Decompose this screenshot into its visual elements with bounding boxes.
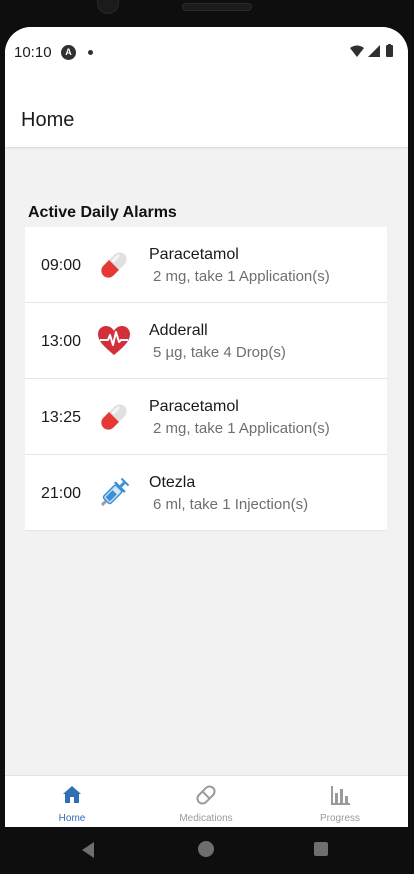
- pill-outline-icon: [196, 785, 216, 805]
- alarm-time: 21:00: [41, 485, 82, 502]
- section-title: Active Daily Alarms: [28, 204, 177, 221]
- medication-dosage: 2 mg, take 1 Application(s): [153, 268, 330, 285]
- status-bar: 10:10 A: [5, 27, 408, 77]
- top-bezel: [0, 0, 414, 30]
- medication-dosage: 6 ml, take 1 Injection(s): [153, 496, 309, 513]
- alarm-item[interactable]: 13:00 Adderall 5 µg, take 4 Drop(s): [25, 303, 387, 379]
- home-icon: [63, 786, 81, 803]
- battery-icon: [386, 44, 393, 57]
- bar-chart-icon: [331, 786, 350, 805]
- medication-dosage: 5 µg, take 4 Drop(s): [153, 344, 286, 361]
- alarm-time: 13:00: [41, 333, 82, 350]
- alarm-item[interactable]: 09:00 Paracetamol 2 mg, take 1 Applicati…: [25, 227, 387, 303]
- notification-dot-icon: [88, 50, 93, 55]
- system-navigation-bar: [0, 827, 414, 874]
- pill-capsule-icon: [101, 404, 127, 430]
- medication-name: Paracetamol: [149, 398, 239, 415]
- nav-tab-medications[interactable]: Medications: [139, 776, 273, 827]
- app-screen: 10:10 A Home Active Daily Alarms 09:00 P…: [5, 27, 408, 827]
- device-frame: 10:10 A Home Active Daily Alarms 09:00 P…: [0, 0, 414, 874]
- alarm-time: 13:25: [41, 409, 82, 426]
- page-title: Home: [21, 109, 75, 131]
- signal-icon: [368, 45, 380, 57]
- alarm-list: 09:00 Paracetamol 2 mg, take 1 Applicati…: [25, 227, 387, 531]
- launcher-notification-icon: A: [61, 45, 76, 60]
- medication-name: Otezla: [149, 474, 196, 491]
- alarm-item[interactable]: 21:00 Otezla 6 ml, take 1 Injection(s): [25, 455, 387, 531]
- nav-label-medications: Medications: [179, 813, 233, 824]
- front-camera: [97, 0, 119, 14]
- home-button-icon[interactable]: [198, 841, 214, 857]
- heart-pulse-icon: [98, 326, 130, 355]
- syringe-icon: [100, 477, 130, 507]
- app-bar: Home: [5, 77, 408, 147]
- bottom-navigation: Home Medications Progress: [5, 775, 408, 827]
- status-icons: [349, 44, 399, 58]
- medication-dosage: 2 mg, take 1 Application(s): [153, 420, 330, 437]
- nav-label-progress: Progress: [319, 813, 360, 824]
- medication-name: Paracetamol: [149, 246, 239, 263]
- nav-label-home: Home: [58, 813, 86, 824]
- medication-name: Adderall: [149, 322, 208, 339]
- nav-tab-home[interactable]: Home: [5, 776, 139, 827]
- pill-capsule-icon: [101, 252, 127, 278]
- nav-tab-progress[interactable]: Progress: [273, 776, 407, 827]
- back-icon[interactable]: [80, 841, 96, 859]
- alarm-item[interactable]: 13:25 Paracetamol 2 mg, take 1 Applicati…: [25, 379, 387, 455]
- status-time: 10:10: [14, 44, 52, 61]
- recents-icon[interactable]: [314, 842, 328, 856]
- wifi-icon: [350, 45, 364, 57]
- earpiece-speaker: [182, 3, 252, 11]
- alarm-time: 09:00: [41, 257, 82, 274]
